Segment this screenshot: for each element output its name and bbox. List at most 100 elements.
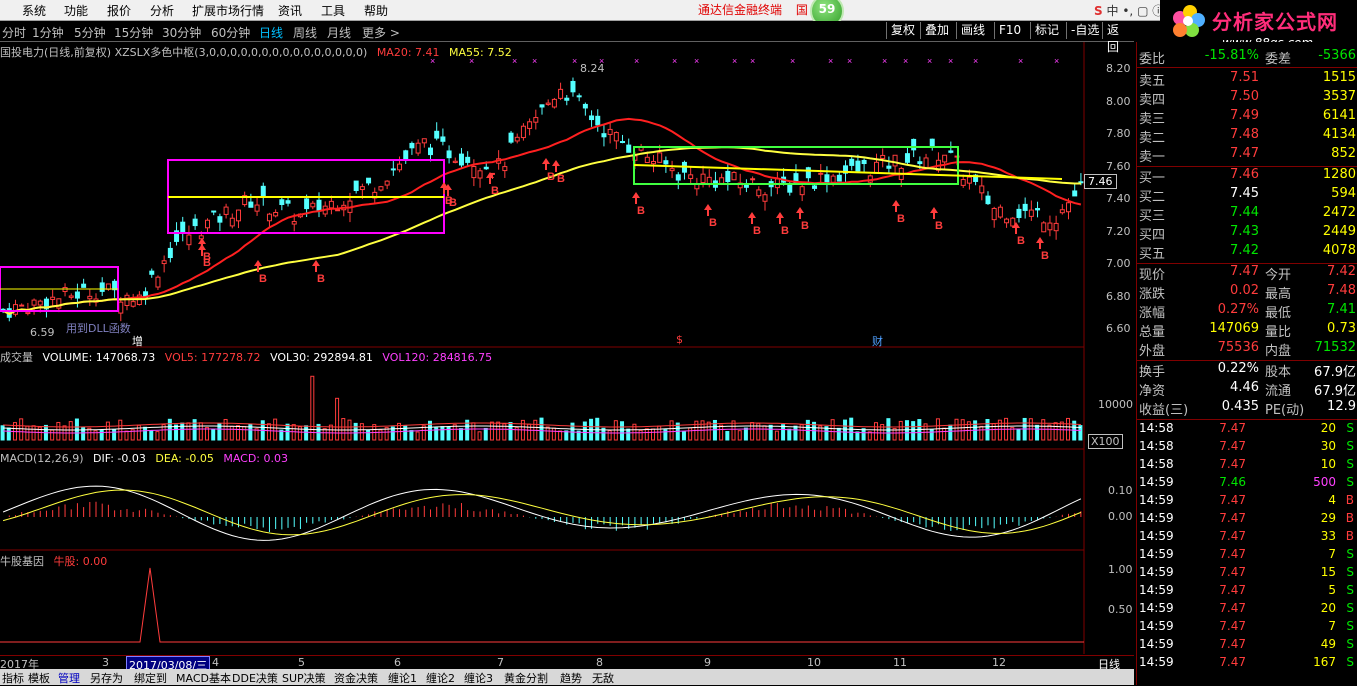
draw-line-button[interactable]: 画线 xyxy=(956,22,990,39)
period-15min[interactable]: 15分钟 xyxy=(114,24,153,41)
tab-fund[interactable]: 资金决策 xyxy=(334,670,378,686)
candle-body xyxy=(539,104,545,108)
period-weekly[interactable]: 周线 xyxy=(293,24,317,41)
restore-rights-button[interactable]: 复权 xyxy=(886,22,920,39)
tab-invincible[interactable]: 无敌 xyxy=(592,670,614,686)
menu-news[interactable]: 资讯 xyxy=(278,2,302,19)
stat-label: 流通 xyxy=(1265,384,1292,399)
tab-sup[interactable]: SUP决策 xyxy=(282,670,326,686)
period-5min[interactable]: 5分钟 xyxy=(74,24,106,41)
tick-side: S xyxy=(1346,637,1354,651)
tab-trend[interactable]: 趋势 xyxy=(560,670,582,686)
ask-label: 卖一 xyxy=(1139,150,1166,165)
ask-row[interactable]: 卖五 7.51 1515 xyxy=(1137,70,1357,89)
period-intraday[interactable]: 分时 xyxy=(2,24,26,41)
tab-template[interactable]: 模板 xyxy=(28,670,50,686)
candle-body xyxy=(607,128,613,135)
volume-unit-label: X100 xyxy=(1088,434,1123,449)
menu-help[interactable]: 帮助 xyxy=(364,2,388,19)
mark-button[interactable]: 标记 xyxy=(1030,22,1064,39)
period-daily[interactable]: 日线 xyxy=(259,24,283,41)
bid-row[interactable]: 买二 7.45 594 xyxy=(1137,186,1357,205)
tab-chan2[interactable]: 缠论2 xyxy=(426,670,455,686)
ime-punct-icon[interactable]: •, xyxy=(1122,4,1133,18)
candle-body xyxy=(762,194,768,202)
tab-bind[interactable]: 绑定到 xyxy=(134,670,167,686)
period-30min[interactable]: 30分钟 xyxy=(162,24,201,41)
stat-row: 涨幅 0.27% 最低 7.41 xyxy=(1137,302,1357,321)
bid-row[interactable]: 买三 7.44 2472 xyxy=(1137,205,1357,224)
period-60min[interactable]: 60分钟 xyxy=(211,24,250,41)
period-monthly[interactable]: 月线 xyxy=(327,24,351,41)
menu-function[interactable]: 功能 xyxy=(64,2,88,19)
event-marker-dollar[interactable]: $ xyxy=(676,333,683,346)
back-button[interactable]: 返回 xyxy=(1102,22,1134,54)
fundamental-row: 净资 4.46 流通 67.9亿 xyxy=(1137,380,1357,399)
bid-row[interactable]: 买四 7.43 2449 xyxy=(1137,224,1357,243)
candle-body xyxy=(855,160,861,172)
tick-time: 14:59 xyxy=(1139,601,1174,615)
tick-time: 14:59 xyxy=(1139,475,1174,489)
period-1min[interactable]: 1分钟 xyxy=(32,24,64,41)
event-marker-cai[interactable]: 财 xyxy=(872,333,883,349)
volume-bar xyxy=(558,430,563,441)
volume-bar xyxy=(954,418,959,441)
volume-bar xyxy=(81,426,86,441)
tab-macd-basic[interactable]: MACD基本 xyxy=(176,670,231,686)
ask-row[interactable]: 卖二 7.48 4134 xyxy=(1137,127,1357,146)
ime-chinese-icon[interactable]: 中 xyxy=(1106,4,1118,18)
candle-body xyxy=(849,158,855,166)
bid-label: 买一 xyxy=(1139,171,1166,186)
tab-save-as[interactable]: 另存为 xyxy=(90,670,123,686)
tab-manage[interactable]: 管理 xyxy=(58,670,80,686)
stat-value: 4.46 xyxy=(1230,380,1259,395)
candle-body xyxy=(545,102,551,105)
tab-golden-split[interactable]: 黄金分割 xyxy=(504,670,548,686)
menu-analysis[interactable]: 分析 xyxy=(150,2,174,19)
sogou-ime-icon[interactable]: S xyxy=(1094,4,1103,18)
ask-row[interactable]: 卖一 7.47 852 xyxy=(1137,146,1357,165)
macd-title: MACD(12,26,9) xyxy=(0,452,84,465)
volume-bar xyxy=(644,428,649,441)
bid-row[interactable]: 买五 7.42 4078 xyxy=(1137,243,1357,262)
volume-bar xyxy=(768,424,773,441)
candle-body xyxy=(421,138,427,144)
candle-body xyxy=(880,154,886,159)
volume-bar xyxy=(471,422,476,441)
tab-dde[interactable]: DDE决策 xyxy=(232,670,278,686)
volume-bar xyxy=(681,431,686,441)
bid-row[interactable]: 买一 7.46 1280 xyxy=(1137,167,1357,186)
volume-bar xyxy=(750,422,755,441)
candle-body xyxy=(99,282,105,292)
candle-body xyxy=(1072,190,1078,197)
tab-chan1[interactable]: 缠论1 xyxy=(388,670,417,686)
tick-row: 14:59 7.47 4 B xyxy=(1137,493,1357,511)
menu-tools[interactable]: 工具 xyxy=(321,2,345,19)
ask-row[interactable]: 卖三 7.49 6141 xyxy=(1137,108,1357,127)
tick-row: 14:59 7.47 33 B xyxy=(1137,529,1357,547)
remove-watchlist-button[interactable]: -自选 xyxy=(1066,22,1104,39)
bid-volume: 2472 xyxy=(1322,205,1356,220)
stat-value: 0.02 xyxy=(1230,283,1259,298)
overlay-button[interactable]: 叠加 xyxy=(920,22,954,39)
tab-indicator[interactable]: 指标 xyxy=(2,670,24,686)
tick-price: 7.46 xyxy=(1219,475,1246,489)
period-more[interactable]: 更多 > xyxy=(362,24,400,41)
kline-chart-canvas[interactable]: BB BBBBBBB B BBBBBBBB× × × × × × × × × × × × × × × × × × × × × xyxy=(0,42,1134,654)
ask-row[interactable]: 卖四 7.50 3537 xyxy=(1137,89,1357,108)
kline-chart-area[interactable]: B B B B B B B B B B B B B B B B B B × × × × × × × × × × × × × × × × × × × × × … xyxy=(0,42,1134,654)
menu-extended-market[interactable]: 扩展市场行情 xyxy=(192,2,264,19)
menu-system[interactable]: 系统 xyxy=(22,2,46,19)
tick-volume: 5 xyxy=(1328,583,1336,597)
event-marker-zeng[interactable]: 增 xyxy=(132,333,143,349)
f10-button[interactable]: F10 xyxy=(994,22,1026,39)
top-marker: × xyxy=(572,56,577,66)
volume-bar xyxy=(353,422,358,441)
candle-body xyxy=(1059,209,1065,214)
volume-bar xyxy=(669,420,674,441)
minimize-icon[interactable]: ▢ xyxy=(1137,4,1148,18)
candle-body xyxy=(161,260,167,265)
tick-time: 14:59 xyxy=(1139,493,1174,507)
menu-quote[interactable]: 报价 xyxy=(107,2,131,19)
tab-chan3[interactable]: 缠论3 xyxy=(464,670,493,686)
